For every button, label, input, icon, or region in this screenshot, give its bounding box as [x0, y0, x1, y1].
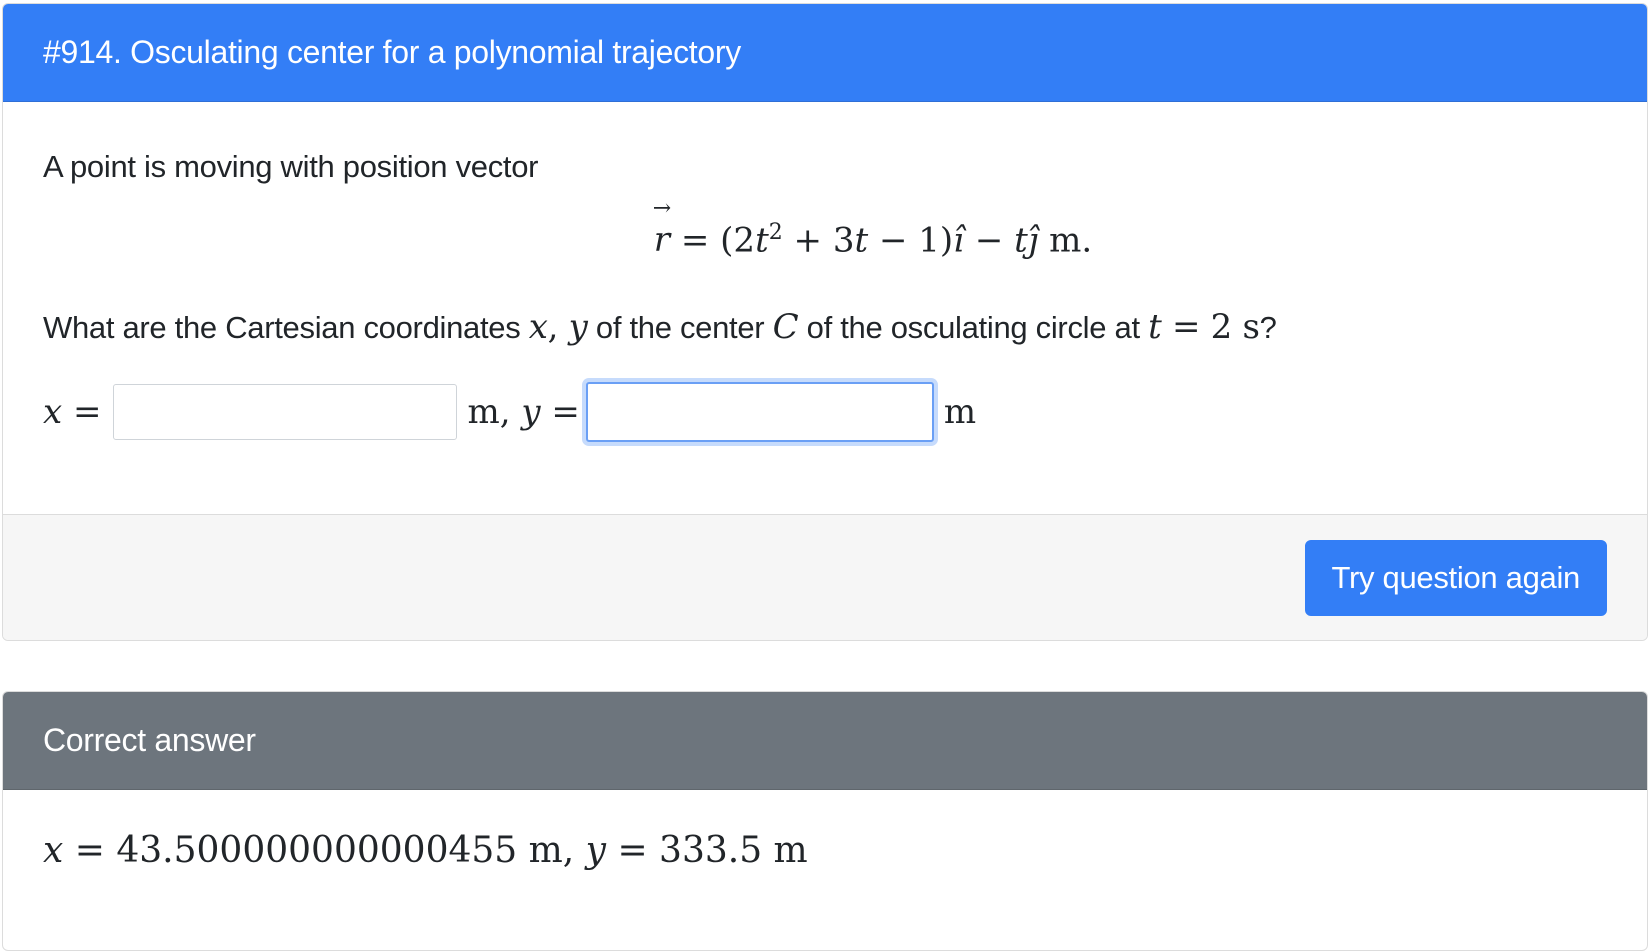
- eq-equals: =: [670, 220, 721, 261]
- y-coordinate-input[interactable]: [585, 382, 934, 442]
- eq-t3: t: [1014, 220, 1028, 261]
- question-part1: What are the Cartesian coordinates: [43, 310, 529, 345]
- eq-plus: + 3: [782, 220, 855, 261]
- eq-r: r: [653, 220, 671, 261]
- eq-t2: t: [854, 220, 869, 261]
- answer-input-row: x = m, y = m: [43, 382, 976, 442]
- y-equals: =: [540, 392, 580, 432]
- question-time: = 2 s: [1161, 307, 1260, 347]
- eq-open: (2: [720, 220, 756, 261]
- question-x: x: [528, 307, 548, 347]
- answer-card: Correct answer x = 43.500000000000455 m,…: [2, 691, 1648, 951]
- question-C: C: [772, 307, 799, 347]
- eq-t1: t: [755, 220, 769, 261]
- answer-y-label: y: [585, 830, 606, 871]
- question-t: t: [1148, 307, 1162, 347]
- question-body: A point is moving with position vector r…: [3, 102, 1647, 515]
- x-coordinate-input[interactable]: [113, 384, 458, 440]
- intro-text: A point is moving with position vector: [43, 149, 539, 184]
- question-y: y: [568, 307, 588, 347]
- correct-answer-text: x = 43.500000000000455 m, y = 333.5 m: [43, 830, 808, 871]
- y-unit: m: [943, 392, 977, 432]
- position-equation: r → = (2t2 + 3t − 1)ı̂ − tȷ̂ m.: [3, 196, 1647, 261]
- vector-arrow-icon: →: [652, 196, 672, 222]
- eq-j-hat: ȷ̂: [1027, 220, 1039, 261]
- question-footer: Try question again: [3, 514, 1647, 640]
- question-header: #914. Osculating center for a polynomial…: [3, 4, 1647, 102]
- question-part3: of the osculating circle at: [798, 310, 1149, 345]
- answer-x-label: x: [43, 830, 64, 871]
- question-card: #914. Osculating center for a polynomial…: [2, 3, 1648, 641]
- answer-header: Correct answer: [3, 692, 1647, 790]
- eq-unit: m.: [1038, 220, 1093, 261]
- eq-minus2: −: [964, 220, 1015, 261]
- try-again-button[interactable]: Try question again: [1304, 540, 1607, 616]
- eq-minus1: − 1): [868, 220, 954, 261]
- answer-x-value: = 43.500000000000455 m,: [63, 830, 586, 871]
- x-unit: m,: [467, 392, 522, 432]
- x-label: x: [43, 392, 63, 432]
- x-equals: =: [62, 392, 102, 432]
- y-label: y: [521, 392, 541, 432]
- eq-i-hat: ı̂: [953, 220, 965, 261]
- answer-title: Correct answer: [43, 722, 256, 758]
- answer-y-value: = 333.5 m: [606, 830, 808, 871]
- eq-exponent: 2: [768, 220, 783, 245]
- question-text: What are the Cartesian coordinates x, y …: [43, 307, 1277, 347]
- question-end: ?: [1259, 310, 1277, 345]
- question-comma: ,: [547, 307, 569, 347]
- question-part2: of the center: [587, 310, 773, 345]
- question-title: #914. Osculating center for a polynomial…: [43, 34, 741, 70]
